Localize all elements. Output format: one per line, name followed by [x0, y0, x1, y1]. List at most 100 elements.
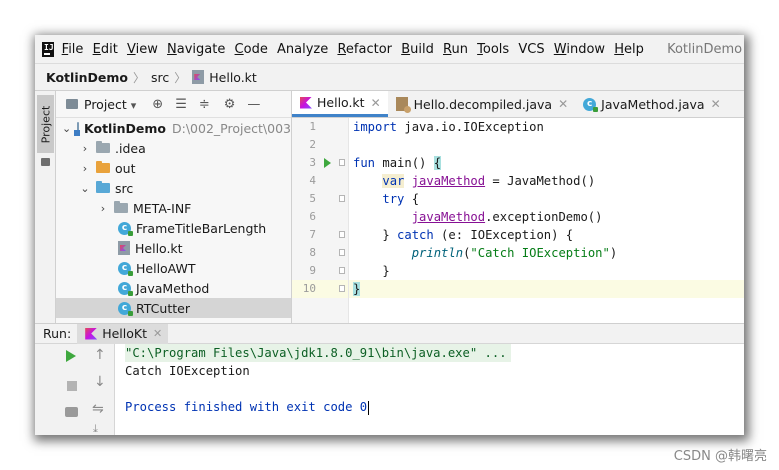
class-icon: c: [118, 221, 133, 236]
tree-item-frametitlebarlength[interactable]: c FrameTitleBarLength: [56, 218, 291, 238]
menu-navigate[interactable]: Navigate: [167, 42, 225, 57]
soft-wrap-icon[interactable]: ⇋: [92, 401, 104, 417]
close-icon[interactable]: ✕: [558, 97, 568, 111]
run-toolbar: ↑ ↓ ⇋ ⤓: [56, 344, 115, 435]
close-icon[interactable]: ✕: [371, 96, 381, 110]
rerun-icon[interactable]: [66, 350, 76, 362]
tree-item-helloawt[interactable]: c HelloAWT: [56, 258, 291, 278]
run-gutter-icon[interactable]: [324, 158, 331, 168]
run-tab-hellokt[interactable]: HelloKt ✕: [77, 323, 169, 344]
tree-item-idea[interactable]: › .idea: [56, 138, 291, 158]
fold-icon[interactable]: [339, 285, 345, 292]
kotlin-icon: [300, 96, 312, 109]
expand-all-icon[interactable]: ☰: [175, 97, 187, 112]
run-console[interactable]: "C:\Program Files\Java\jdk1.8.0_91\bin\j…: [115, 344, 744, 435]
arrow-up-icon[interactable]: ↑: [94, 347, 106, 363]
chevron-right-icon[interactable]: ›: [80, 142, 90, 155]
folder-icon[interactable]: [41, 158, 50, 166]
camera-icon[interactable]: [65, 407, 78, 417]
code-line-3: fun main() {: [353, 156, 442, 170]
tab-hello-kt[interactable]: Hello.kt ✕: [292, 91, 388, 117]
console-output: Catch IOException: [125, 364, 250, 378]
editor-tabs: Hello.kt ✕ Hello.decompiled.java ✕ c Jav…: [292, 91, 744, 118]
scroll-end-icon[interactable]: ⤓: [93, 422, 98, 435]
tree-item-javamethod[interactable]: c JavaMethod: [56, 278, 291, 298]
window-title: KotlinDemo -: [667, 41, 744, 57]
project-scrollbar[interactable]: [283, 117, 291, 323]
menu-run[interactable]: Run: [443, 42, 468, 57]
console-command: "C:\Program Files\Java\jdk1.8.0_91\bin\j…: [125, 344, 511, 362]
menu-analyze[interactable]: Analyze: [277, 42, 328, 57]
project-panel-toolbar: Project ▾ ⊕ ☰ ≑ ⚙ —: [56, 91, 291, 118]
watermark: CSDN @韩曙亮: [673, 449, 767, 464]
tree-item-hello-kt[interactable]: Hello.kt: [56, 238, 291, 258]
tab-hello-decompiled[interactable]: Hello.decompiled.java ✕: [388, 91, 576, 117]
fold-icon[interactable]: [339, 267, 345, 274]
close-icon[interactable]: ✕: [153, 327, 162, 340]
text-caret: [368, 400, 370, 415]
code-line-7: } catch (e: IOException) {: [353, 228, 574, 242]
chevron-right-icon[interactable]: ›: [80, 162, 90, 175]
menu-help[interactable]: Help: [614, 42, 644, 57]
ide-window: IJ File Edit View Navigate Code Analyze …: [35, 35, 744, 435]
fold-icon[interactable]: [339, 195, 345, 202]
source-folder-icon: [96, 181, 110, 193]
tree-item-meta-inf[interactable]: › META-INF: [56, 198, 291, 218]
folder-icon: [114, 201, 128, 213]
menu-window[interactable]: Window: [554, 42, 605, 57]
fold-icon[interactable]: [339, 231, 345, 238]
breadcrumb: KotlinDemo 〉 src 〉 Hello.kt: [35, 63, 744, 91]
line-number: 9: [309, 264, 316, 277]
gear-icon[interactable]: ⚙: [224, 97, 236, 112]
fold-icon[interactable]: [339, 249, 345, 256]
locate-icon[interactable]: ⊕: [152, 97, 163, 112]
breadcrumb-chevron-icon: 〉: [132, 70, 145, 85]
chevron-down-icon[interactable]: ⌄: [80, 182, 90, 195]
menu-bar: IJ File Edit View Navigate Code Analyze …: [35, 35, 744, 63]
tree-item-out[interactable]: › out: [56, 158, 291, 178]
tree-item-rtcutter[interactable]: c RTCutter: [56, 298, 291, 318]
code-area[interactable]: import java.io.IOException fun main() { …: [349, 118, 744, 323]
class-icon: c: [583, 97, 599, 112]
close-icon[interactable]: ✕: [711, 97, 721, 111]
code-editor: Hello.kt ✕ Hello.decompiled.java ✕ c Jav…: [292, 91, 744, 323]
tab-javamethod[interactable]: c JavaMethod.java ✕: [575, 91, 728, 117]
collapse-all-icon[interactable]: ≑: [199, 97, 210, 112]
chevron-right-icon[interactable]: ›: [98, 202, 108, 215]
menu-file[interactable]: File: [62, 42, 84, 57]
menu-code[interactable]: Code: [235, 42, 268, 57]
breadcrumb-project[interactable]: KotlinDemo: [46, 70, 128, 85]
project-view-dropdown[interactable]: Project ▾: [84, 97, 136, 112]
kotlin-icon: [85, 327, 98, 340]
run-panel-label: Run:: [43, 326, 72, 341]
arrow-down-icon[interactable]: ↓: [94, 374, 106, 390]
hide-icon[interactable]: —: [247, 97, 260, 112]
java-file-icon: [395, 97, 411, 113]
folder-icon: [96, 141, 110, 153]
tree-item-root[interactable]: ⌄ KotlinDemo D:\002_Project\003: [56, 118, 291, 138]
breadcrumb-file[interactable]: Hello.kt: [192, 70, 257, 85]
line-number: 8: [309, 246, 316, 259]
kotlin-file-icon: [192, 70, 205, 84]
line-number: 2: [309, 138, 316, 151]
intellij-logo-icon[interactable]: IJ: [42, 41, 54, 57]
menu-view[interactable]: View: [127, 42, 158, 57]
stop-icon[interactable]: [67, 381, 77, 391]
chevron-down-icon[interactable]: ⌄: [62, 122, 71, 135]
tree-item-src[interactable]: ⌄ src: [56, 178, 291, 198]
project-view-icon: [66, 99, 78, 109]
fold-icon[interactable]: [339, 159, 345, 166]
breadcrumb-chevron-icon: 〉: [174, 70, 187, 85]
menu-edit[interactable]: Edit: [93, 42, 118, 57]
console-exit-line: Process finished with exit code 0: [125, 400, 370, 415]
project-tool-tab[interactable]: Project: [37, 95, 54, 153]
line-number: 4: [309, 174, 316, 187]
class-icon: c: [118, 261, 133, 276]
menu-refactor[interactable]: Refactor: [337, 42, 392, 57]
menu-tools[interactable]: Tools: [477, 42, 509, 57]
line-number: 7: [309, 228, 316, 241]
code-line-10: }: [349, 280, 744, 298]
breadcrumb-src[interactable]: src: [151, 70, 169, 85]
menu-vcs[interactable]: VCS: [518, 42, 544, 57]
menu-build[interactable]: Build: [401, 42, 434, 57]
